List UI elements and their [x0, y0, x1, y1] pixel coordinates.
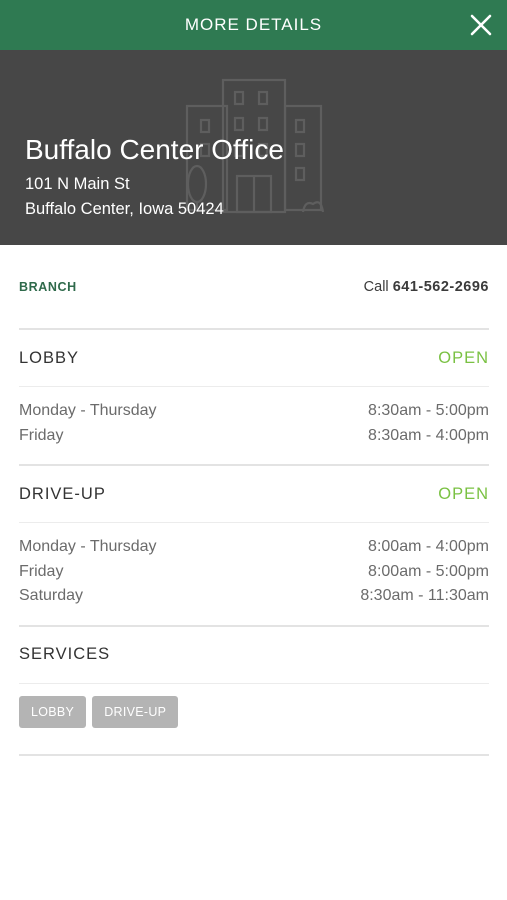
hours-row: Friday 8:30am - 4:00pm: [19, 424, 489, 449]
services-title: SERVICES: [19, 645, 111, 663]
hours-row: Saturday 8:30am - 11:30am: [19, 584, 489, 609]
lobby-status-badge: OPEN: [438, 348, 489, 367]
lobby-title: LOBBY: [19, 348, 80, 367]
driveup-status-badge: OPEN: [438, 484, 489, 503]
driveup-header: DRIVE-UP OPEN: [19, 466, 489, 523]
phone-number: 641-562-2696: [392, 278, 489, 295]
address-line-2: Buffalo Center, Iowa 50424: [25, 200, 224, 218]
address-line-1: 101 N Main St: [25, 175, 130, 193]
page-title: MORE DETAILS: [184, 15, 323, 34]
driveup-title: DRIVE-UP: [19, 484, 106, 503]
close-icon: [470, 14, 492, 36]
hours-time: 8:30am - 5:00pm: [368, 402, 489, 420]
call-prefix: Call: [363, 278, 389, 295]
hours-row: Friday 8:00am - 5:00pm: [19, 560, 489, 585]
services-header: SERVICES: [19, 627, 489, 684]
service-tag-lobby: LOBBY: [19, 695, 87, 728]
hours-days: Saturday: [19, 587, 84, 605]
hours-row: Monday - Thursday 8:00am - 4:00pm: [19, 535, 489, 560]
hours-time: 8:30am - 11:30am: [360, 587, 489, 605]
hours-days: Monday - Thursday: [19, 538, 157, 556]
header-bar: MORE DETAILS: [0, 0, 507, 50]
call-button[interactable]: Call 641-562-2696: [364, 279, 489, 295]
location-name: Buffalo Center Office: [25, 134, 284, 165]
hours-time: 8:30am - 4:00pm: [368, 426, 489, 444]
hours-days: Monday - Thursday: [19, 402, 157, 420]
hours-days: Friday: [19, 562, 64, 580]
branch-row: BRANCH Call 641-562-2696: [19, 245, 489, 330]
hours-time: 8:00am - 5:00pm: [368, 562, 489, 580]
services-tag-list: LOBBY DRIVE-UP: [19, 684, 489, 756]
details-content: BRANCH Call 641-562-2696 LOBBY OPEN Mond…: [19, 245, 489, 756]
hours-row: Monday - Thursday 8:30am - 5:00pm: [19, 399, 489, 424]
hours-days: Friday: [19, 426, 64, 444]
close-button[interactable]: [467, 11, 495, 39]
location-hero: Buffalo Center Office 101 N Main St Buff…: [0, 50, 507, 245]
service-tag-drive-up: DRIVE-UP: [92, 695, 179, 728]
lobby-header: LOBBY OPEN: [19, 330, 489, 387]
lobby-hours: Monday - Thursday 8:30am - 5:00pm Friday…: [19, 387, 489, 466]
branch-type-label: BRANCH: [19, 279, 77, 294]
hours-time: 8:00am - 4:00pm: [368, 538, 489, 556]
driveup-hours: Monday - Thursday 8:00am - 4:00pm Friday…: [19, 523, 489, 627]
